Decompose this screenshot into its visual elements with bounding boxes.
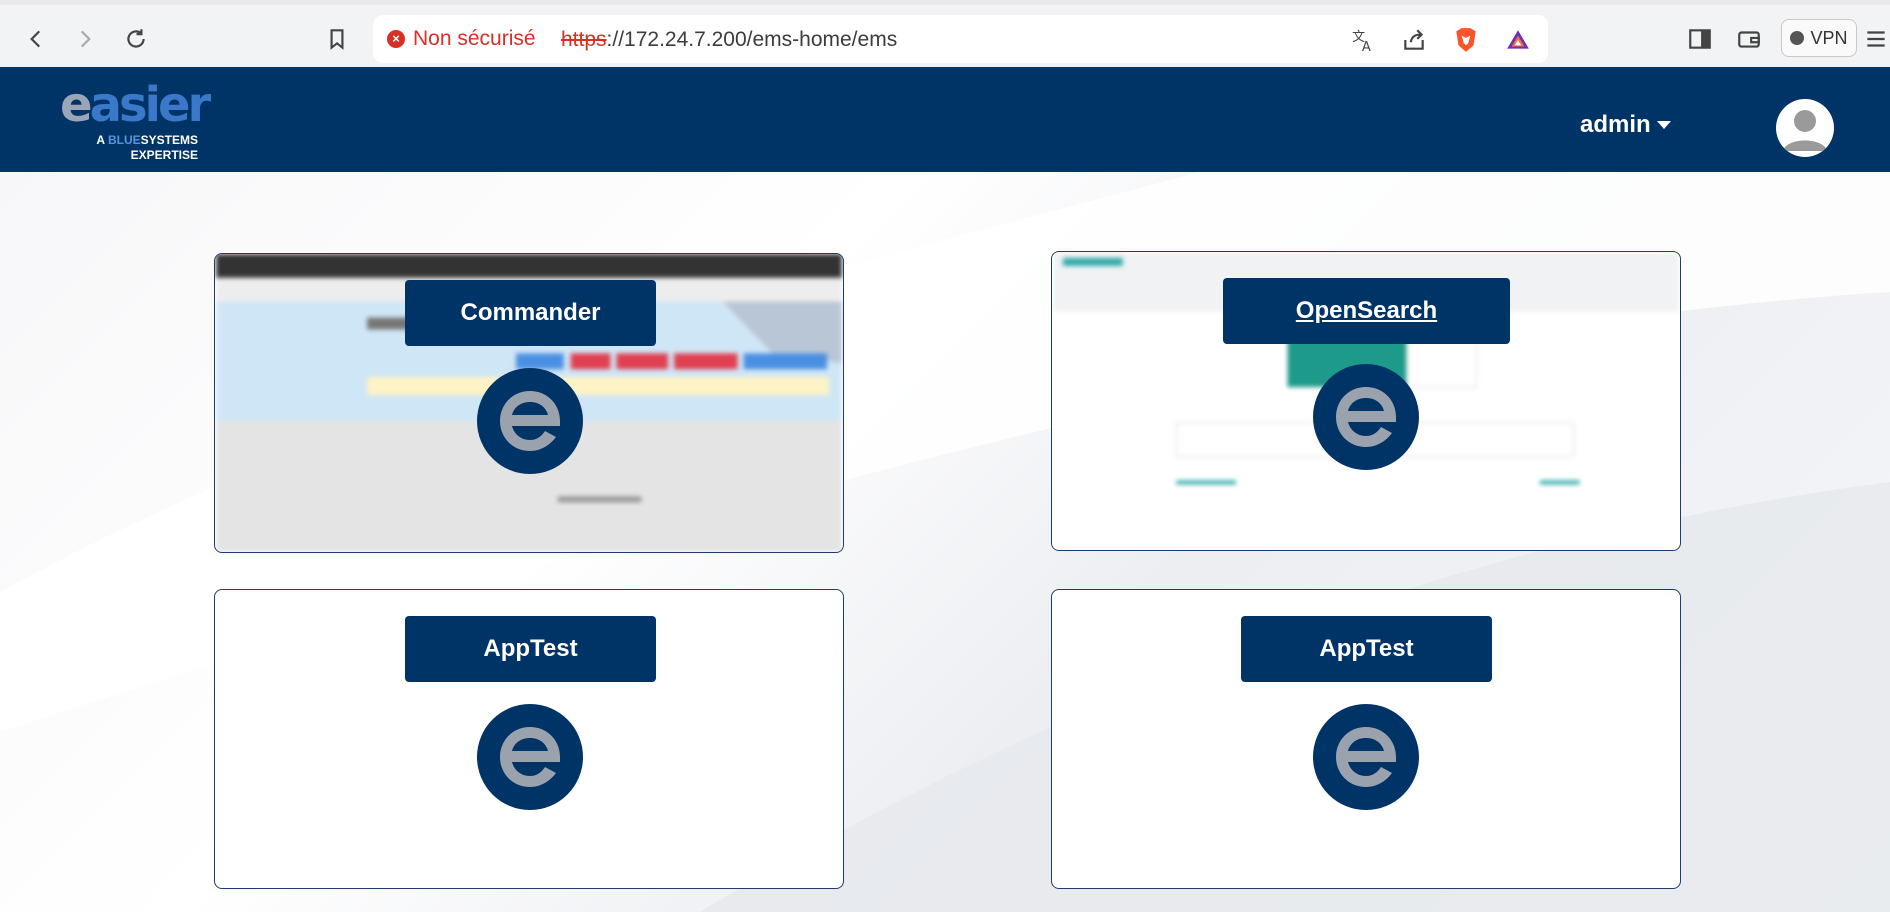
- url-protocol: https: [561, 28, 607, 51]
- url-text[interactable]: https://172.24.7.200/ems-home/ems: [561, 28, 897, 52]
- easier-e-logo-icon: [477, 368, 583, 474]
- vpn-status-icon: [1790, 31, 1805, 45]
- easier-e-logo-icon: [1313, 704, 1419, 810]
- reload-icon: [127, 29, 145, 48]
- easier-e-logo-icon: [1313, 364, 1419, 470]
- apptest-button[interactable]: AppTest: [1241, 616, 1492, 682]
- security-indicator[interactable]: × Non sécurisé: [387, 27, 536, 51]
- app-header: easier A BLUESYSTEMS EXPERTISE admin: [0, 67, 1890, 172]
- vpn-label: VPN: [1810, 27, 1848, 48]
- main-area: Commander OpenSearch AppTest AppTest: [0, 172, 1890, 912]
- logo-tagline: A BLUESYSTEMS EXPERTISE: [96, 133, 198, 162]
- back-arrow-icon: [30, 30, 41, 48]
- avatar[interactable]: [1776, 99, 1834, 157]
- share-icon[interactable]: [1399, 25, 1429, 55]
- user-dropdown[interactable]: admin: [1580, 111, 1671, 139]
- app-card-opensearch[interactable]: OpenSearch: [1051, 251, 1681, 551]
- hamburger-menu-icon: [1867, 31, 1885, 47]
- easier-e-logo-icon: [477, 704, 583, 810]
- brave-rewards-icon[interactable]: [1503, 25, 1533, 55]
- reload-button[interactable]: [116, 19, 156, 59]
- vpn-button[interactable]: VPN: [1781, 19, 1857, 57]
- menu-button[interactable]: [1862, 19, 1890, 59]
- forward-button[interactable]: [65, 19, 105, 59]
- bookmark-button[interactable]: [317, 19, 357, 59]
- bookmark-icon: [330, 29, 344, 50]
- logo-wordmark: easier: [60, 77, 211, 133]
- wallet-icon: [1738, 31, 1760, 48]
- address-bar[interactable]: × Non sécurisé https://172.24.7.200/ems-…: [373, 15, 1548, 63]
- app-card-commander[interactable]: Commander: [214, 253, 844, 553]
- url-path: ://172.24.7.200/ems-home/ems: [606, 28, 898, 51]
- sidebar-toggle-button[interactable]: [1680, 19, 1720, 59]
- translate-icon[interactable]: 文A: [1348, 25, 1378, 55]
- user-name: admin: [1580, 111, 1651, 138]
- back-button[interactable]: [16, 19, 56, 59]
- opensearch-button[interactable]: OpenSearch: [1223, 278, 1510, 344]
- wallet-button[interactable]: [1729, 19, 1769, 59]
- not-secure-icon: ×: [387, 30, 405, 48]
- app-card-apptest[interactable]: AppTest: [214, 589, 844, 889]
- security-label: Non sécurisé: [413, 27, 536, 50]
- brave-shield-icon[interactable]: [1451, 25, 1481, 55]
- svg-text:A: A: [1362, 40, 1371, 53]
- browser-toolbar: × Non sécurisé https://172.24.7.200/ems-…: [0, 0, 1890, 67]
- commander-button[interactable]: Commander: [405, 280, 656, 346]
- sidebar-icon: [1689, 29, 1711, 49]
- caret-down-icon: [1656, 121, 1671, 129]
- user-icon: [1783, 110, 1827, 151]
- app-card-apptest-2[interactable]: AppTest: [1051, 589, 1681, 889]
- apptest-button[interactable]: AppTest: [405, 616, 656, 682]
- forward-arrow-icon: [80, 30, 91, 48]
- easier-logo[interactable]: easier A BLUESYSTEMS EXPERTISE: [60, 81, 211, 162]
